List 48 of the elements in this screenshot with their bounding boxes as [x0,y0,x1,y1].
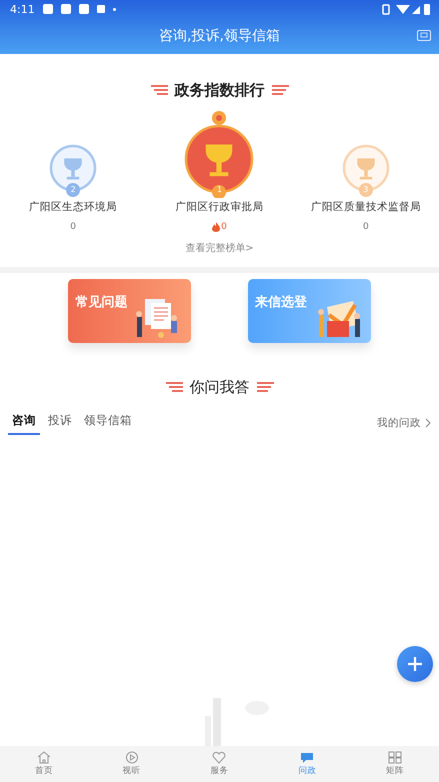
stripes-icon [256,382,276,392]
system-status-icons [381,4,431,14]
trophy-medal-icon [48,144,98,198]
page-title: 咨询,投诉,领导信箱 [159,27,280,45]
house-icon [36,751,51,764]
nav-tab[interactable]: 视听 [88,746,176,782]
notification-icon [96,5,105,13]
banner-card[interactable]: 来信选登 [248,279,371,343]
category-tab[interactable]: 领导信箱 [80,411,136,435]
rank-number: 2 [70,184,77,196]
trophy-medal-icon [340,144,391,198]
trophy-medal-icon [183,108,256,198]
status-time: 4:11 [10,2,35,16]
rank-number: 3 [362,184,370,196]
notification-icon [78,4,89,14]
stripes-icon [148,85,168,95]
department-name: 广阳区质量技术监督局 [310,200,421,214]
nav-tab[interactable]: 服务 [176,746,264,782]
stripes-icon [164,382,184,392]
flame-icon [212,222,220,232]
plus-icon [407,656,423,672]
grid-icon [388,751,402,764]
chat-bubble-icon [300,751,314,764]
score-value: 0 [70,222,76,232]
view-full-list-link[interactable]: 查看完整榜单> [185,243,254,254]
nav-tab[interactable]: 矩阵 [351,746,439,782]
section-title: 政务指数排行 [174,80,264,100]
play-icon [124,751,139,764]
nav-tab[interactable]: 首页 [0,746,88,782]
department-name: 广阳区生态环境局 [29,200,118,214]
department-name: 广阳区行政审批局 [175,200,264,214]
dot-icon [112,8,116,10]
stripes-icon [270,85,290,95]
rank-number: 1 [216,184,224,196]
keyboard-icon[interactable] [417,30,431,41]
my-questions-link[interactable]: 我的问政 [377,416,421,430]
notification-icon [42,4,53,14]
chevron-right-icon[interactable] [425,418,431,428]
section-title: 你问我答 [190,378,250,396]
score-value: 0 [362,222,369,232]
banner-card[interactable]: 常见问题 [68,279,192,343]
notification-icon [60,4,71,14]
heart-icon [212,751,226,764]
add-button[interactable] [397,646,433,682]
score-value: 0 [221,222,227,232]
nav-tab[interactable]: 问政 [263,746,352,782]
category-tab[interactable]: 投诉 [44,411,76,435]
category-tab[interactable]: 咨询 [8,411,40,435]
